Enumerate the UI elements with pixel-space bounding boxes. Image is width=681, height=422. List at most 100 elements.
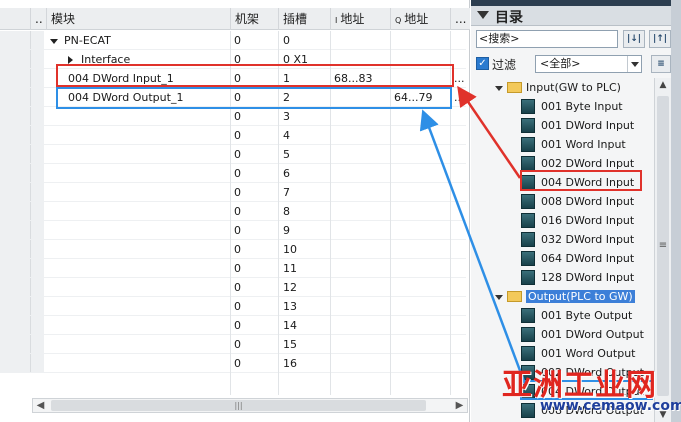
catalog-item[interactable]: 008 DWord Input xyxy=(521,192,634,211)
collapsed-icon[interactable] xyxy=(68,56,73,64)
horizontal-scrollbar[interactable]: ◀ ||| ▶ xyxy=(32,398,468,413)
cell-rack[interactable]: 0 xyxy=(234,259,241,278)
cell-slot[interactable]: 12 xyxy=(283,278,297,297)
table-row[interactable]: 0 13 xyxy=(0,297,466,316)
header-q-address[interactable]: Q 地址 xyxy=(390,8,450,30)
collapse-icon[interactable] xyxy=(477,11,489,19)
cell-module[interactable] xyxy=(68,259,228,278)
cell-module[interactable] xyxy=(68,145,228,164)
search-input[interactable]: <搜索> xyxy=(476,30,618,48)
filter-settings-button[interactable]: ≡ xyxy=(651,55,671,73)
cell-rack[interactable]: 0 xyxy=(234,297,241,316)
cell-slot[interactable]: 16 xyxy=(283,354,297,373)
cell-slot[interactable]: 11 xyxy=(283,259,297,278)
cell-rack[interactable]: 0 xyxy=(234,221,241,240)
table-row[interactable]: 0 14 xyxy=(0,316,466,335)
cell-rack[interactable]: 0 xyxy=(234,145,241,164)
filter-checkbox[interactable]: ✓ xyxy=(476,57,489,70)
cell-rack[interactable]: 0 xyxy=(234,354,241,373)
cell-module[interactable] xyxy=(68,240,228,259)
cell-slot[interactable]: 10 xyxy=(283,240,297,259)
header-more[interactable]: ... xyxy=(450,8,470,30)
header-i-address[interactable]: I 地址 xyxy=(330,8,390,30)
cell-module[interactable] xyxy=(68,107,228,126)
catalog-item[interactable]: 001 Byte Input xyxy=(521,97,623,116)
cell-rack[interactable]: 0 xyxy=(234,278,241,297)
filter-select[interactable]: <全部> xyxy=(535,55,642,73)
table-row[interactable]: 06 xyxy=(0,164,466,183)
cell-module[interactable] xyxy=(68,354,228,373)
cell-rack[interactable]: 0 xyxy=(234,164,241,183)
table-row[interactable]: 0 10 xyxy=(0,240,466,259)
table-row[interactable]: 08 xyxy=(0,202,466,221)
chevron-down-icon[interactable] xyxy=(627,56,641,72)
expand-icon[interactable] xyxy=(50,38,58,44)
cell-slot[interactable]: 14 xyxy=(283,316,297,335)
table-row[interactable]: 0 11 xyxy=(0,259,466,278)
cell-rack[interactable]: 0 xyxy=(234,107,241,126)
table-row[interactable]: 03 xyxy=(0,107,466,126)
expand-icon[interactable] xyxy=(495,85,503,91)
scroll-right-button[interactable]: ▶ xyxy=(452,399,467,412)
catalog-item[interactable]: 001 DWord Input xyxy=(521,116,634,135)
cell-slot[interactable]: 6 xyxy=(283,164,290,183)
cell-module[interactable] xyxy=(68,183,228,202)
tree-folder[interactable]: Input(GW to PLC) xyxy=(495,78,621,97)
catalog-item[interactable]: 016 DWord Input xyxy=(521,211,634,230)
cell-module[interactable] xyxy=(68,126,228,145)
cell-rack[interactable]: 0 xyxy=(234,240,241,259)
search-down-button[interactable]: |↓| xyxy=(623,30,645,48)
vertical-scrollbar[interactable]: ▲ ≡ ▼ xyxy=(654,78,671,422)
cell-more[interactable]: ... xyxy=(454,69,465,88)
cell-slot[interactable]: 5 xyxy=(283,145,290,164)
scroll-down-button[interactable]: ▼ xyxy=(655,408,671,422)
table-row[interactable]: 0 16 xyxy=(0,354,466,373)
catalog-item[interactable]: 008 DWord Output xyxy=(521,401,644,420)
catalog-item[interactable]: 064 DWord Input xyxy=(521,249,634,268)
scroll-up-button[interactable]: ▲ xyxy=(655,78,671,92)
table-row[interactable]: 0 12 xyxy=(0,278,466,297)
cell-module[interactable] xyxy=(68,335,228,354)
cell-slot[interactable]: 15 xyxy=(283,335,297,354)
cell-slot[interactable]: 0 xyxy=(283,31,290,50)
cell-module[interactable] xyxy=(68,164,228,183)
cell-rack[interactable]: 0 xyxy=(234,202,241,221)
table-row[interactable]: PN-ECAT 0 0 xyxy=(0,31,466,50)
catalog-item[interactable]: 001 Byte Output xyxy=(521,306,632,325)
cell-more[interactable]: ... xyxy=(454,88,465,107)
table-row[interactable]: 05 xyxy=(0,145,466,164)
expand-icon[interactable] xyxy=(495,294,503,300)
cell-slot[interactable]: 4 xyxy=(283,126,290,145)
side-tab-strip[interactable] xyxy=(671,0,681,422)
cell-module[interactable] xyxy=(68,297,228,316)
tree-folder[interactable]: Output(PLC to GW) xyxy=(495,287,635,306)
cell-slot[interactable]: 9 xyxy=(283,221,290,240)
cell-module[interactable] xyxy=(68,316,228,335)
cell-slot[interactable]: 13 xyxy=(283,297,297,316)
cell-slot[interactable]: 8 xyxy=(283,202,290,221)
cell-slot[interactable]: 3 xyxy=(283,107,290,126)
search-up-button[interactable]: |↑| xyxy=(649,30,671,48)
cell-module[interactable] xyxy=(68,278,228,297)
header-slot[interactable]: 插槽 xyxy=(278,8,330,30)
table-row[interactable]: 07 xyxy=(0,183,466,202)
table-row[interactable]: 0 15 xyxy=(0,335,466,354)
cell-rack[interactable]: 0 xyxy=(234,183,241,202)
cell-module[interactable]: PN-ECAT xyxy=(50,31,228,50)
cell-module[interactable] xyxy=(68,221,228,240)
cell-rack[interactable]: 0 xyxy=(234,316,241,335)
cell-rack[interactable]: 0 xyxy=(234,335,241,354)
table-row[interactable]: 09 xyxy=(0,221,466,240)
catalog-item[interactable]: 032 DWord Input xyxy=(521,230,634,249)
cell-rack[interactable]: 0 xyxy=(234,126,241,145)
catalog-item[interactable]: 001 Word Input xyxy=(521,135,626,154)
header-module[interactable]: 模块 xyxy=(46,8,230,30)
header-rack[interactable]: 机架 xyxy=(230,8,278,30)
scroll-left-button[interactable]: ◀ xyxy=(33,399,48,412)
cell-slot[interactable]: 7 xyxy=(283,183,290,202)
cell-module[interactable] xyxy=(68,202,228,221)
catalog-title-bar[interactable]: 目录 xyxy=(471,6,681,26)
catalog-item[interactable]: 128 DWord Input xyxy=(521,268,634,287)
scroll-thumb[interactable]: ≡ xyxy=(657,96,669,396)
cell-rack[interactable]: 0 xyxy=(234,31,241,50)
